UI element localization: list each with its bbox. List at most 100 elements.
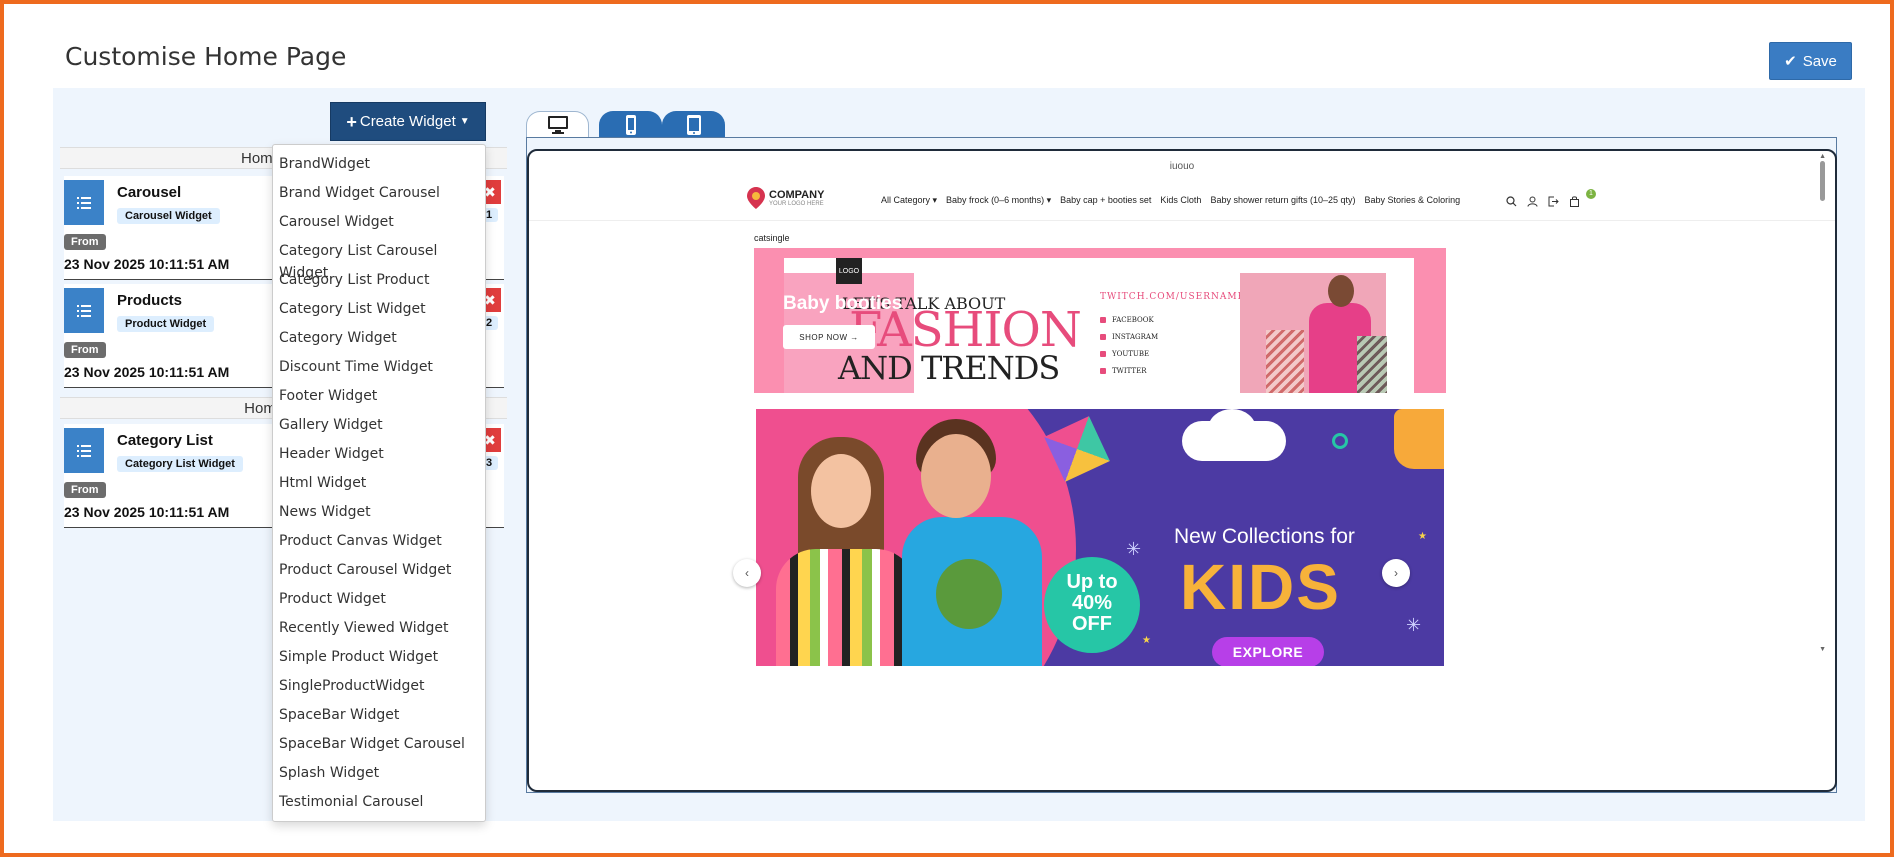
social-facebook: FACEBOOK xyxy=(1100,316,1154,324)
facebook-icon xyxy=(1100,317,1106,323)
tab-desktop[interactable] xyxy=(526,111,589,138)
chevron-left-icon: ‹ xyxy=(745,566,749,580)
dropdown-item[interactable]: Testimonial Carousel xyxy=(273,791,485,820)
logo-title: COMPANY xyxy=(769,188,825,201)
social-label: YOUTUBE xyxy=(1112,350,1150,358)
social-label: FACEBOOK xyxy=(1112,316,1154,324)
tab-mobile[interactable] xyxy=(599,111,662,138)
instagram-icon xyxy=(1100,334,1106,340)
girl-figure xyxy=(776,549,916,666)
star-icon: ★ xyxy=(1418,531,1427,542)
kids-text: KIDS xyxy=(1180,551,1341,623)
list-icon xyxy=(64,428,104,473)
boy-face xyxy=(921,434,991,518)
create-widget-button[interactable]: + Create Widget ▼ xyxy=(330,102,486,141)
preview-frame[interactable]: iuouo COMPANY YOUR LOGO HERE All Categor… xyxy=(527,149,1837,792)
dropdown-item[interactable]: Brand Widget Carousel xyxy=(273,182,485,211)
logout-icon[interactable] xyxy=(1548,194,1559,207)
carousel-next-button[interactable]: › xyxy=(1382,559,1410,587)
widget-date: 23 Nov 2025 10:11:51 AM xyxy=(64,364,230,380)
preview-menu-item[interactable]: All Category ▾ xyxy=(881,195,937,206)
caret-down-icon: ▼ xyxy=(459,116,470,127)
social-instagram: INSTAGRAM xyxy=(1100,333,1158,341)
dropdown-item[interactable]: Product Widget xyxy=(273,588,485,617)
preview-menu-item[interactable]: Kids Cloth xyxy=(1160,195,1201,206)
dropdown-item[interactable]: Category List Product xyxy=(273,269,485,298)
desktop-icon xyxy=(547,116,568,134)
preview-menu-item[interactable]: Baby Stories & Coloring xyxy=(1365,195,1461,206)
dropdown-item[interactable]: Header Widget xyxy=(273,443,485,472)
sparkle-icon: ✳ xyxy=(1126,539,1142,559)
dropdown-item[interactable]: BrandWidget xyxy=(273,153,485,182)
explore-button[interactable]: EXPLORE xyxy=(1212,637,1324,666)
from-badge: From xyxy=(64,482,106,498)
dropdown-item[interactable]: Footer Widget xyxy=(273,385,485,414)
preview-menu: All Category ▾ Baby frock (0–6 months) ▾ B… xyxy=(881,195,1460,206)
widget-title: Products xyxy=(117,292,183,309)
dropdown-item[interactable]: Gallery Widget xyxy=(273,414,485,443)
offer-line: Up to xyxy=(1066,571,1118,593)
sparkle-icon: ✳ xyxy=(1406,615,1422,635)
banner-trends-text: AND TRENDS xyxy=(838,349,1060,387)
carousel-prev-button[interactable]: ‹ xyxy=(733,559,761,587)
dropdown-item[interactable]: SpaceBar Widget xyxy=(273,704,485,733)
logo-subtitle: YOUR LOGO HERE xyxy=(769,200,824,207)
star-icon: ★ xyxy=(1142,635,1151,646)
dropdown-item[interactable]: Simple Product Widget xyxy=(273,646,485,675)
list-icon xyxy=(64,288,104,333)
shirt-print xyxy=(936,559,1002,629)
preview-menu-item[interactable]: Baby shower return gifts (10–25 qty) xyxy=(1210,195,1355,206)
widget-type-badge: Category List Widget xyxy=(117,456,243,472)
social-label: INSTAGRAM xyxy=(1112,333,1159,341)
dropdown-item[interactable]: Splash Widget xyxy=(273,762,485,791)
fashion-banner[interactable]: LOGO LET'S TALK ABOUT FASHION AND TRENDS… xyxy=(754,248,1446,393)
dropdown-item[interactable]: Recently Viewed Widget xyxy=(273,617,485,646)
search-icon[interactable] xyxy=(1506,194,1517,207)
preview-nav-icons xyxy=(1506,194,1580,207)
location-pin-icon xyxy=(747,187,765,209)
dropdown-item[interactable]: Carousel Widget xyxy=(273,211,485,240)
widget-type-badge: Product Widget xyxy=(117,316,215,332)
create-widget-label: Create Widget xyxy=(359,113,456,130)
shopping-bag xyxy=(1357,336,1387,393)
dropdown-item[interactable]: Category List Widget xyxy=(273,298,485,327)
cart-icon[interactable] xyxy=(1569,194,1580,207)
dropdown-item[interactable]: News Widget xyxy=(273,501,485,530)
dropdown-item[interactable]: Discount Time Widget xyxy=(273,356,485,385)
widget-type-dropdown: BrandWidget Brand Widget Carousel Carousel… xyxy=(272,144,486,822)
dropdown-item[interactable]: SpaceBar Widget Carousel xyxy=(273,733,485,762)
dropdown-item[interactable]: Category Widget xyxy=(273,327,485,356)
list-icon xyxy=(64,180,104,225)
user-icon[interactable] xyxy=(1527,194,1538,207)
shopping-bag xyxy=(1266,330,1304,393)
scroll-up-icon[interactable]: ▲ xyxy=(1819,153,1826,160)
preview-top-text: iuouo xyxy=(1169,161,1195,172)
widget-title: Category List xyxy=(117,432,213,449)
scroll-down-icon[interactable]: ▼ xyxy=(1819,646,1826,653)
banner-logo: LOGO xyxy=(836,258,862,284)
banner-twitch-url: TWITCH.COM/USERNAME xyxy=(1100,292,1246,302)
save-label: Save xyxy=(1802,52,1837,70)
discount-badge: Up to 40% OFF xyxy=(1044,557,1140,653)
twitter-icon xyxy=(1100,368,1106,374)
social-twitter: TWITTER xyxy=(1100,367,1146,375)
model-head xyxy=(1328,275,1354,307)
cart-count-badge: 1 xyxy=(1586,189,1596,199)
scrollbar-thumb[interactable] xyxy=(1820,161,1825,201)
shop-now-button[interactable]: SHOP NOW → xyxy=(783,325,875,349)
puzzle-graphic xyxy=(1394,409,1444,469)
plus-icon: + xyxy=(346,111,357,132)
dropdown-item[interactable]: SingleProductWidget xyxy=(273,675,485,704)
company-logo[interactable]: COMPANY YOUR LOGO HERE xyxy=(747,187,824,209)
dropdown-item[interactable]: Product Canvas Widget xyxy=(273,530,485,559)
dropdown-item[interactable]: Product Carousel Widget xyxy=(273,559,485,588)
preview-menu-item[interactable]: Baby cap + booties set xyxy=(1060,195,1151,206)
save-button[interactable]: ✔ Save xyxy=(1769,42,1852,80)
preview-menu-item[interactable]: Baby frock (0–6 months) ▾ xyxy=(946,195,1051,206)
dropdown-item[interactable]: Html Widget xyxy=(273,472,485,501)
dropdown-item[interactable]: Category List Carousel Widget xyxy=(273,240,485,281)
tab-tablet[interactable] xyxy=(662,111,725,138)
tablet-icon xyxy=(686,114,701,135)
kids-banner[interactable]: ✳ ✳ ★ ★ Up to 40% OFF New Collections fo… xyxy=(756,409,1444,666)
youtube-icon xyxy=(1100,351,1106,357)
